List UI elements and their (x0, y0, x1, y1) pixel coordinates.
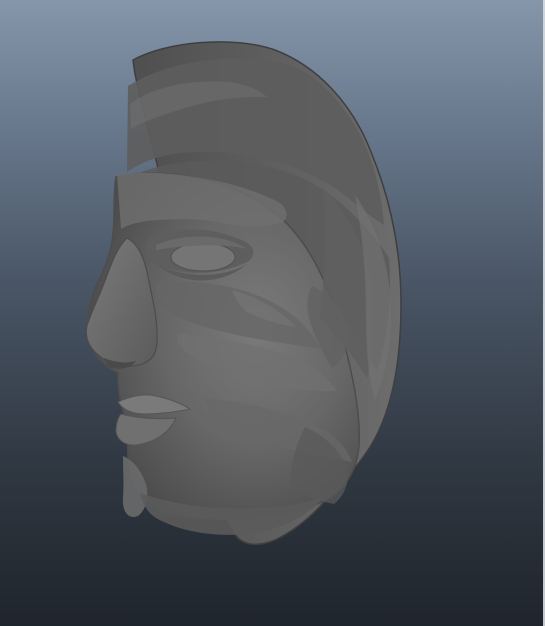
eyeball (170, 242, 236, 272)
head-mesh[interactable] (0, 0, 545, 626)
3d-viewport[interactable] (0, 0, 545, 626)
head-mesh-layer[interactable] (0, 0, 545, 626)
